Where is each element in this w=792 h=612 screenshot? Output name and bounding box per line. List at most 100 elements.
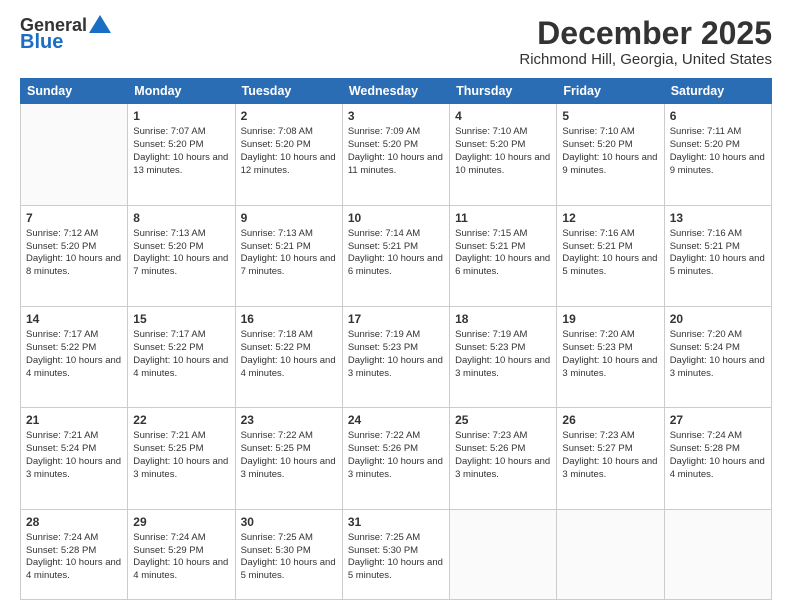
day-number: 10	[348, 210, 444, 226]
day-number: 17	[348, 311, 444, 327]
day-info: Sunrise: 7:22 AMSunset: 5:25 PMDaylight:…	[241, 430, 337, 481]
calendar-cell	[450, 509, 557, 599]
calendar-cell: 29 Sunrise: 7:24 AMSunset: 5:29 PMDayligh…	[128, 509, 235, 599]
day-info: Sunrise: 7:24 AMSunset: 5:28 PMDaylight:…	[26, 532, 122, 583]
logo-icon	[89, 15, 111, 33]
day-number: 25	[455, 412, 551, 428]
day-info: Sunrise: 7:24 AMSunset: 5:29 PMDaylight:…	[133, 532, 229, 583]
day-info: Sunrise: 7:09 AMSunset: 5:20 PMDaylight:…	[348, 126, 444, 177]
calendar-cell: 28 Sunrise: 7:24 AMSunset: 5:28 PMDayligh…	[21, 509, 128, 599]
day-number: 18	[455, 311, 551, 327]
calendar-cell: 27 Sunrise: 7:24 AMSunset: 5:28 PMDayligh…	[664, 408, 771, 509]
day-info: Sunrise: 7:20 AMSunset: 5:24 PMDaylight:…	[670, 329, 766, 380]
calendar-cell: 2 Sunrise: 7:08 AMSunset: 5:20 PMDaylight…	[235, 104, 342, 205]
day-number: 12	[562, 210, 658, 226]
calendar-cell: 26Sunrise: 7:23 AMSunset: 5:27 PMDayligh…	[557, 408, 664, 509]
day-info: Sunrise: 7:16 AMSunset: 5:21 PMDaylight:…	[562, 228, 658, 279]
day-number: 9	[241, 210, 337, 226]
day-header-monday: Monday	[128, 79, 235, 104]
day-info: Sunrise: 7:15 AMSunset: 5:21 PMDaylight:…	[455, 228, 551, 279]
calendar-cell: 30 Sunrise: 7:25 AMSunset: 5:30 PMDayligh…	[235, 509, 342, 599]
day-number: 7	[26, 210, 122, 226]
day-number: 13	[670, 210, 766, 226]
day-info: Sunrise: 7:08 AMSunset: 5:20 PMDaylight:…	[241, 126, 337, 177]
calendar-cell	[21, 104, 128, 205]
calendar-cell: 31 Sunrise: 7:25 AMSunset: 5:30 PMDayligh…	[342, 509, 449, 599]
day-info: Sunrise: 7:17 AMSunset: 5:22 PMDaylight:…	[26, 329, 122, 380]
calendar-cell: 4 Sunrise: 7:10 AMSunset: 5:20 PMDaylight…	[450, 104, 557, 205]
day-number: 5	[562, 108, 658, 124]
calendar-cell: 3 Sunrise: 7:09 AMSunset: 5:20 PMDaylight…	[342, 104, 449, 205]
month-title: December 2025	[519, 16, 772, 51]
day-info: Sunrise: 7:13 AMSunset: 5:21 PMDaylight:…	[241, 228, 337, 279]
day-number: 11	[455, 210, 551, 226]
calendar-cell: 23 Sunrise: 7:22 AMSunset: 5:25 PMDayligh…	[235, 408, 342, 509]
day-info: Sunrise: 7:12 AMSunset: 5:20 PMDaylight:…	[26, 228, 122, 279]
day-header-sunday: Sunday	[21, 79, 128, 104]
calendar-cell: 14Sunrise: 7:17 AMSunset: 5:22 PMDayligh…	[21, 306, 128, 407]
calendar-cell: 9 Sunrise: 7:13 AMSunset: 5:21 PMDaylight…	[235, 205, 342, 306]
calendar-cell: 19 Sunrise: 7:20 AMSunset: 5:23 PMDayligh…	[557, 306, 664, 407]
calendar-cell	[664, 509, 771, 599]
calendar-cell: 8Sunrise: 7:13 AMSunset: 5:20 PMDaylight…	[128, 205, 235, 306]
page-container: General Blue December 2025 Richmond Hill…	[0, 0, 792, 612]
calendar-cell: 24Sunrise: 7:22 AMSunset: 5:26 PMDayligh…	[342, 408, 449, 509]
calendar-cell: 1 Sunrise: 7:07 AMSunset: 5:20 PMDaylight…	[128, 104, 235, 205]
page-header: General Blue December 2025 Richmond Hill…	[20, 16, 772, 68]
day-number: 1	[133, 108, 229, 124]
day-number: 28	[26, 514, 122, 530]
calendar-cell: 16Sunrise: 7:18 AMSunset: 5:22 PMDayligh…	[235, 306, 342, 407]
day-header-thursday: Thursday	[450, 79, 557, 104]
day-info: Sunrise: 7:07 AMSunset: 5:20 PMDaylight:…	[133, 126, 229, 177]
day-number: 20	[670, 311, 766, 327]
day-number: 29	[133, 514, 229, 530]
day-number: 6	[670, 108, 766, 124]
calendar-cell: 6Sunrise: 7:11 AMSunset: 5:20 PMDaylight…	[664, 104, 771, 205]
day-header-wednesday: Wednesday	[342, 79, 449, 104]
day-info: Sunrise: 7:21 AMSunset: 5:25 PMDaylight:…	[133, 430, 229, 481]
day-number: 21	[26, 412, 122, 428]
day-info: Sunrise: 7:24 AMSunset: 5:28 PMDaylight:…	[670, 430, 766, 481]
day-number: 27	[670, 412, 766, 428]
day-info: Sunrise: 7:16 AMSunset: 5:21 PMDaylight:…	[670, 228, 766, 279]
day-info: Sunrise: 7:23 AMSunset: 5:26 PMDaylight:…	[455, 430, 551, 481]
day-number: 31	[348, 514, 444, 530]
calendar-cell: 18 Sunrise: 7:19 AMSunset: 5:23 PMDayligh…	[450, 306, 557, 407]
logo: General Blue	[20, 16, 111, 52]
week-row-2: 7 Sunrise: 7:12 AMSunset: 5:20 PMDaylight…	[21, 205, 772, 306]
day-info: Sunrise: 7:23 AMSunset: 5:27 PMDaylight:…	[562, 430, 658, 481]
calendar-cell: 11 Sunrise: 7:15 AMSunset: 5:21 PMDayligh…	[450, 205, 557, 306]
day-header-tuesday: Tuesday	[235, 79, 342, 104]
day-info: Sunrise: 7:25 AMSunset: 5:30 PMDaylight:…	[241, 532, 337, 583]
calendar-cell: 13 Sunrise: 7:16 AMSunset: 5:21 PMDayligh…	[664, 205, 771, 306]
day-info: Sunrise: 7:25 AMSunset: 5:30 PMDaylight:…	[348, 532, 444, 583]
day-number: 3	[348, 108, 444, 124]
day-number: 16	[241, 311, 337, 327]
calendar-cell: 15 Sunrise: 7:17 AMSunset: 5:22 PMDayligh…	[128, 306, 235, 407]
day-number: 4	[455, 108, 551, 124]
day-info: Sunrise: 7:14 AMSunset: 5:21 PMDaylight:…	[348, 228, 444, 279]
day-number: 19	[562, 311, 658, 327]
day-number: 30	[241, 514, 337, 530]
calendar-table: SundayMondayTuesdayWednesdayThursdayFrid…	[20, 78, 772, 600]
calendar-cell	[557, 509, 664, 599]
day-number: 15	[133, 311, 229, 327]
day-info: Sunrise: 7:19 AMSunset: 5:23 PMDaylight:…	[348, 329, 444, 380]
day-info: Sunrise: 7:21 AMSunset: 5:24 PMDaylight:…	[26, 430, 122, 481]
calendar-cell: 20 Sunrise: 7:20 AMSunset: 5:24 PMDayligh…	[664, 306, 771, 407]
calendar-cell: 22 Sunrise: 7:21 AMSunset: 5:25 PMDayligh…	[128, 408, 235, 509]
day-info: Sunrise: 7:10 AMSunset: 5:20 PMDaylight:…	[455, 126, 551, 177]
calendar-cell: 17 Sunrise: 7:19 AMSunset: 5:23 PMDayligh…	[342, 306, 449, 407]
day-header-saturday: Saturday	[664, 79, 771, 104]
day-info: Sunrise: 7:20 AMSunset: 5:23 PMDaylight:…	[562, 329, 658, 380]
day-number: 2	[241, 108, 337, 124]
day-number: 22	[133, 412, 229, 428]
day-number: 8	[133, 210, 229, 226]
day-info: Sunrise: 7:19 AMSunset: 5:23 PMDaylight:…	[455, 329, 551, 380]
day-number: 24	[348, 412, 444, 428]
calendar-cell: 7 Sunrise: 7:12 AMSunset: 5:20 PMDaylight…	[21, 205, 128, 306]
day-number: 23	[241, 412, 337, 428]
day-header-friday: Friday	[557, 79, 664, 104]
header-row: SundayMondayTuesdayWednesdayThursdayFrid…	[21, 79, 772, 104]
day-info: Sunrise: 7:17 AMSunset: 5:22 PMDaylight:…	[133, 329, 229, 380]
